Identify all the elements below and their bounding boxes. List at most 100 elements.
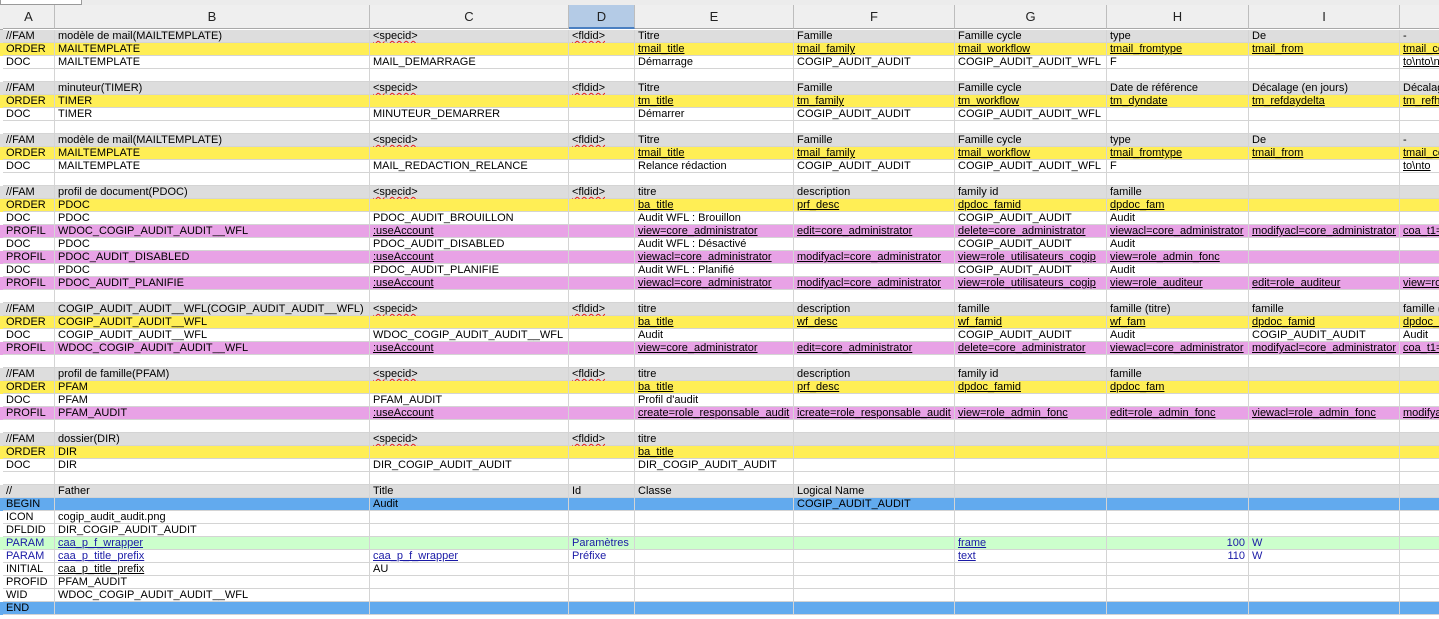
cell[interactable]: wf_fam [1107,316,1249,329]
cell[interactable] [569,290,635,303]
cell[interactable]: DIR_COGIP_AUDIT_AUDIT [635,459,794,472]
cell[interactable] [1107,420,1249,433]
cell[interactable]: viewacl=core_administrator [635,277,794,290]
cell[interactable] [1249,381,1400,394]
cell[interactable] [955,173,1107,186]
cell[interactable] [794,433,955,446]
cell[interactable] [1400,537,1439,550]
cell[interactable]: Classe [635,485,794,498]
cell[interactable]: <fldid> [569,433,635,446]
cell[interactable]: edit=role_auditeur [1249,277,1400,290]
cell[interactable] [569,238,635,251]
cell[interactable] [1249,199,1400,212]
cell[interactable] [1400,186,1439,199]
cell[interactable]: DIR [55,459,370,472]
cell[interactable] [1249,563,1400,576]
cell[interactable]: modifyacl=core_administrator [794,251,955,264]
cell[interactable] [569,147,635,160]
cell[interactable] [1249,108,1400,121]
cell[interactable]: DIR_COGIP_AUDIT_AUDIT [370,459,569,472]
cell[interactable] [635,69,794,82]
cell[interactable]: tm_title [635,95,794,108]
cell[interactable]: DOC [3,459,55,472]
cell[interactable] [1107,472,1249,485]
cell[interactable]: Démarrage [635,56,794,69]
cell[interactable] [635,563,794,576]
cell[interactable]: ORDER [3,381,55,394]
cell[interactable]: delete=core_administrator [955,225,1107,238]
cell[interactable] [3,355,55,368]
cell[interactable]: modèle de mail(MAILTEMPLATE) [55,134,370,147]
cell[interactable] [370,355,569,368]
cell[interactable] [635,121,794,134]
cell[interactable] [794,511,955,524]
cell[interactable]: <specid> [370,433,569,446]
cell[interactable]: Audit WFL : Brouillon [635,212,794,225]
cell[interactable]: tmail_from [1249,43,1400,56]
cell[interactable]: famille [1107,186,1249,199]
cell[interactable]: tmail_from [1249,147,1400,160]
cell[interactable] [1400,498,1439,511]
cell[interactable] [1249,251,1400,264]
cell[interactable] [794,420,955,433]
cell[interactable] [1249,524,1400,537]
cell[interactable] [1107,498,1249,511]
cell[interactable] [1400,394,1439,407]
cell[interactable] [569,355,635,368]
cell[interactable] [794,212,955,225]
cell[interactable] [794,550,955,563]
cell[interactable]: coa_t1= [1400,225,1439,238]
cell[interactable]: - [1400,134,1439,147]
column-header-B[interactable]: B [55,5,370,29]
cell[interactable]: wf_desc [794,316,955,329]
cell[interactable]: PROFIL [3,251,55,264]
cell[interactable] [1400,264,1439,277]
cell[interactable]: dossier(DIR) [55,433,370,446]
cell[interactable]: DIR [55,446,370,459]
cell[interactable] [569,225,635,238]
cell[interactable] [370,69,569,82]
cell[interactable] [55,173,370,186]
cell[interactable]: view=role_admin_fonc [1107,251,1249,264]
cell[interactable]: Title [370,485,569,498]
cell[interactable] [1249,472,1400,485]
cell[interactable] [55,420,370,433]
cell[interactable] [635,498,794,511]
cell[interactable] [794,576,955,589]
cell[interactable]: COGIP_AUDIT_AUDIT [955,264,1107,277]
cell[interactable]: view=core_administrator [635,342,794,355]
cell[interactable] [955,524,1107,537]
cell[interactable]: PARAM [3,550,55,563]
cell[interactable]: PDOC_AUDIT_PLANIFIE [55,277,370,290]
cell[interactable]: // [3,485,55,498]
cell[interactable]: Audit [1400,329,1439,342]
cell[interactable] [3,121,55,134]
cell[interactable] [569,264,635,277]
cell[interactable]: edit=core_administrator [794,342,955,355]
cell[interactable]: famille ( [1400,303,1439,316]
cell[interactable]: famille [1249,303,1400,316]
cell[interactable]: wf_famid [955,316,1107,329]
cell[interactable] [569,160,635,173]
cell[interactable]: coa_t1= [1400,342,1439,355]
cell[interactable] [1400,420,1439,433]
column-header-D[interactable]: D [569,5,635,29]
cell[interactable]: modifyacl=core_administrator [794,277,955,290]
cell[interactable]: view=core_administrator [635,225,794,238]
cell[interactable] [794,537,955,550]
cell[interactable] [569,446,635,459]
cell[interactable]: famille [955,303,1107,316]
cell[interactable]: Father [55,485,370,498]
cell[interactable] [794,472,955,485]
cell[interactable] [1400,108,1439,121]
cell[interactable]: MAILTEMPLATE [55,160,370,173]
cell[interactable]: BEGIN [3,498,55,511]
cell[interactable]: prf_desc [794,381,955,394]
cell[interactable] [955,576,1107,589]
cell[interactable]: PDOC_AUDIT_DISABLED [55,251,370,264]
cell[interactable]: PFAM [55,394,370,407]
cell[interactable] [635,511,794,524]
cell[interactable] [1249,498,1400,511]
cell[interactable]: viewacl=role_admin_fonc [1249,407,1400,420]
cell[interactable]: PROFIL [3,407,55,420]
